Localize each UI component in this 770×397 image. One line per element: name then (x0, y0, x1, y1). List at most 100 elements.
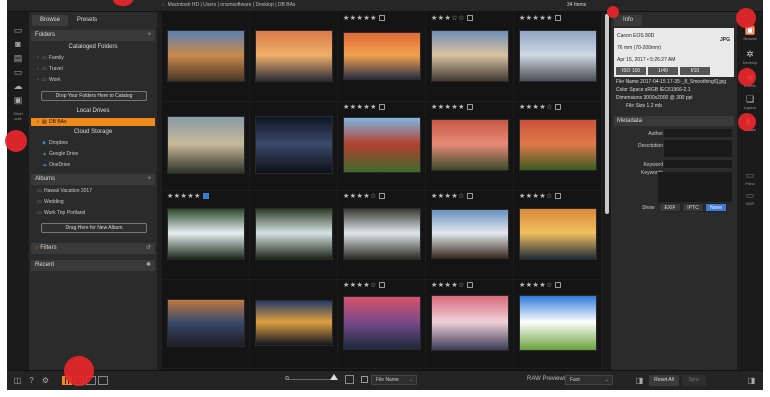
star-rating[interactable]: ★★★★★ (167, 192, 209, 200)
thumbnail-cell[interactable]: ★★★★☆ (514, 190, 602, 280)
select-checkbox[interactable] (554, 282, 561, 288)
select-checkbox[interactable] (554, 193, 561, 199)
keywords-field[interactable] (658, 172, 732, 202)
thumbnail-cell[interactable] (250, 12, 338, 102)
select-checkbox[interactable] (466, 282, 473, 288)
folder-item-travel[interactable]: › ▭ Travel (31, 65, 155, 73)
folder-item-work[interactable]: › ▭ Work (31, 76, 155, 84)
raw-previews-dropdown[interactable]: Fast ⌄ (565, 375, 613, 385)
author-field[interactable] (664, 129, 732, 138)
settings-gear-icon[interactable]: ✱ (146, 260, 151, 271)
thumbnail-cell[interactable] (250, 190, 338, 280)
tab-info[interactable]: Info (614, 15, 642, 26)
thumbnail-cell[interactable]: ★★★★★ (426, 101, 514, 191)
cloud-icon[interactable]: ☁ (12, 82, 24, 91)
select-checkbox[interactable] (554, 15, 561, 21)
toggle-left-panel-icon[interactable]: ◫ (13, 376, 22, 385)
thumbnail-cell[interactable]: ★★★★☆ (426, 190, 514, 280)
drive-icon[interactable]: ▤ (12, 54, 24, 63)
photo-thumbnail[interactable] (431, 119, 509, 171)
metadata-header[interactable]: Metadata (614, 116, 734, 126)
photo-thumbnail[interactable] (255, 208, 333, 260)
photo-thumbnail[interactable] (343, 117, 421, 173)
breadcrumb[interactable]: ‹ Macintosh HD | Users | onsmsoftware | D… (162, 2, 295, 8)
cloud-item-dropbox[interactable]: ◆ Dropbox (31, 139, 155, 147)
compare-view-button[interactable] (98, 376, 108, 385)
show-none-button[interactable]: None (705, 203, 727, 212)
cloud-item-onedrive[interactable]: ☁ OneDrive (31, 161, 155, 169)
module-layers[interactable]: ❏ Layers (737, 94, 763, 110)
module-browse[interactable]: ▣ Browse (737, 25, 763, 41)
select-checkbox[interactable] (378, 15, 385, 21)
select-checkbox[interactable] (466, 104, 473, 110)
module-pano[interactable]: ▭ Pano (737, 170, 763, 186)
star-rating[interactable]: ★★★★★ (519, 14, 561, 22)
select-checkbox[interactable] (378, 193, 385, 199)
photo-thumbnail[interactable] (519, 208, 597, 260)
back-chevron-icon[interactable]: ‹ (162, 2, 164, 8)
add-album-icon[interactable]: + (147, 174, 151, 185)
thumb-size-slider-handle[interactable] (330, 374, 338, 380)
cloud-item-google-drive[interactable]: ▲ Google Drive (31, 150, 155, 158)
photo-thumbnail[interactable] (431, 209, 509, 259)
photo-thumbnail[interactable] (519, 119, 597, 171)
grid-scrollbar-thumb[interactable] (605, 14, 609, 214)
thumbnail-cell[interactable]: ★★★★★ (338, 101, 426, 191)
photo-thumbnail[interactable] (167, 116, 245, 174)
star-rating[interactable]: ★★★★☆ (343, 281, 385, 289)
star-rating[interactable]: ★★★★★ (343, 14, 385, 22)
album-item[interactable]: ▭ Wedding (31, 198, 155, 206)
photo-thumbnail[interactable] (343, 296, 421, 350)
photo-thumbnail[interactable] (343, 208, 421, 260)
thumbnail-cell[interactable]: ★★★★☆ (338, 190, 426, 280)
reset-all-button[interactable]: Reset All (649, 375, 679, 386)
tab-browse[interactable]: Browse (32, 15, 68, 26)
photo-thumbnail[interactable] (255, 30, 333, 82)
thumbnail-cell[interactable]: ★★★★★ (338, 12, 426, 102)
photo-thumbnail[interactable] (519, 295, 597, 351)
photo-thumbnail[interactable] (167, 30, 245, 82)
add-folder-icon[interactable]: + (147, 30, 151, 41)
albums-header[interactable]: Albums + (31, 174, 155, 185)
thumbnail-cell[interactable] (162, 279, 250, 369)
drive-item-db-bas[interactable]: › ▤ DB BAs (31, 118, 155, 126)
album-item[interactable]: ▭ Hawaii Vacation 2017 (31, 187, 155, 195)
select-checkbox[interactable] (466, 193, 473, 199)
star-rating[interactable]: ★★★★☆ (431, 192, 473, 200)
shortcuts-icon[interactable]: ▣ (12, 96, 24, 105)
thumbnail-cell[interactable] (250, 101, 338, 191)
select-checkbox[interactable] (466, 15, 473, 21)
star-rating[interactable]: ★★★★★ (343, 103, 385, 111)
compare-icon[interactable]: ◨ (635, 376, 644, 385)
thumbnail-cell[interactable]: ★★★☆☆ (426, 12, 514, 102)
thumbnail-cell[interactable] (162, 12, 250, 102)
photo-thumbnail[interactable] (167, 208, 245, 260)
sort-dropdown[interactable]: File Name ⌄ (371, 375, 417, 385)
tab-presets[interactable]: Presets (69, 15, 105, 26)
star-rating[interactable]: ★★★★★ (431, 103, 473, 111)
keyword-field[interactable] (664, 160, 732, 169)
recent-header[interactable]: Recent ✱ (31, 260, 155, 271)
star-rating[interactable]: ★★★★☆ (519, 103, 561, 111)
show-exif-button[interactable]: EXIF (659, 203, 681, 212)
select-checkbox[interactable] (554, 104, 561, 110)
camera-icon[interactable]: ◙ (12, 40, 24, 49)
photo-thumbnail[interactable] (519, 30, 597, 82)
sync-button[interactable]: Sync (682, 375, 706, 386)
star-rating[interactable]: ★★★★☆ (519, 281, 561, 289)
thumbnail-cell[interactable]: ★★★★★ (514, 12, 602, 102)
select-checkbox[interactable] (202, 193, 209, 199)
thumbnail-cell[interactable] (162, 101, 250, 191)
thumbnail-cell[interactable]: ★★★★☆ (426, 279, 514, 369)
settings-gear-icon[interactable]: ⚙ (41, 376, 50, 385)
folders-header[interactable]: Folders + (31, 30, 155, 41)
star-rating[interactable]: ★★★☆☆ (431, 14, 473, 22)
star-rating[interactable]: ★★★★☆ (519, 192, 561, 200)
thumbnail-cell[interactable]: ★★★★☆ (514, 101, 602, 191)
album-item[interactable]: ▭ Work Trip Portland (31, 209, 155, 217)
description-field[interactable] (664, 140, 732, 158)
thumbnail-cell[interactable]: ★★★★☆ (338, 279, 426, 369)
new-album-button[interactable]: Drag Here for New Album (41, 223, 147, 233)
thumbnail-cell[interactable]: ★★★★☆ (514, 279, 602, 369)
reset-filters-icon[interactable]: ↺ (146, 243, 151, 254)
